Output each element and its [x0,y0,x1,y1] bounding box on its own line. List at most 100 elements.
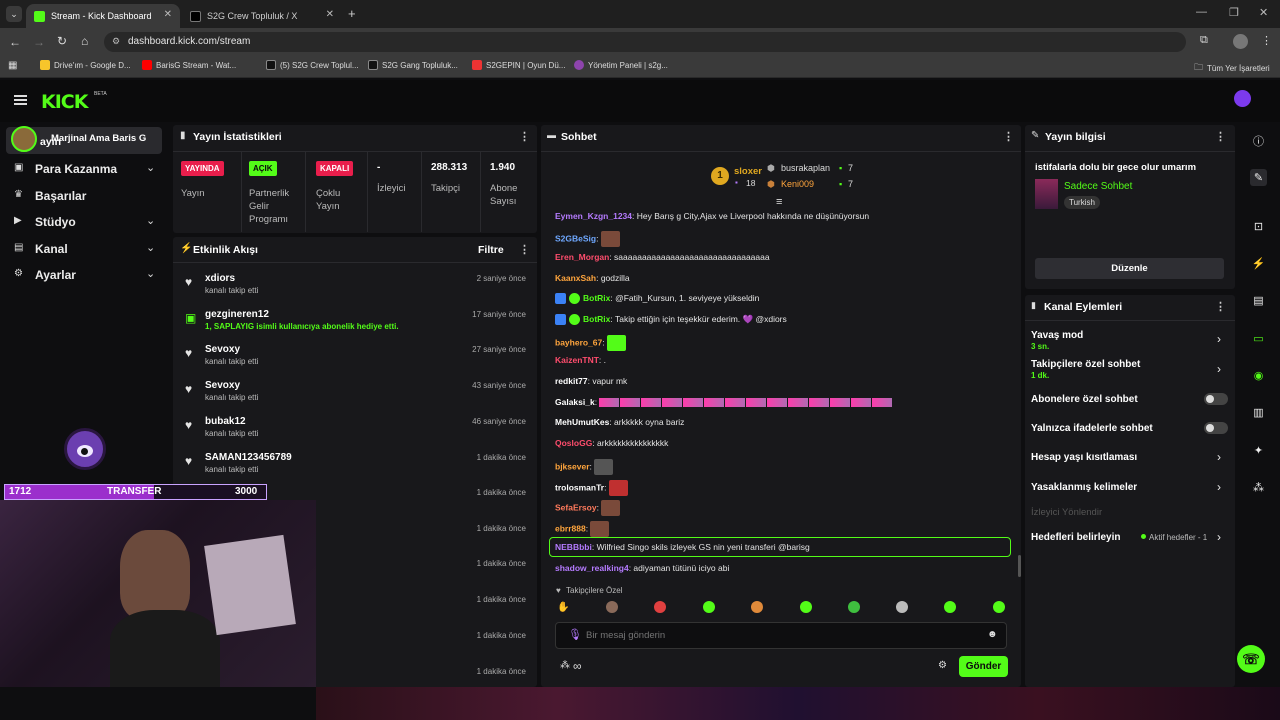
chevron-right-icon[interactable]: › [1217,530,1221,544]
set-goals-label[interactable]: Hedefleri belirleyin [1031,532,1120,543]
apps-icon[interactable]: ▦ [8,60,17,71]
more-options-icon[interactable]: ⋮ [519,130,530,143]
chat-username[interactable]: QosloGG [555,438,592,448]
chat-username[interactable]: KaizenTNT [555,355,599,365]
back-icon[interactable]: ← [9,35,21,49]
emote-icon[interactable] [993,601,1005,613]
activity-item[interactable]: ♥ Sevoxy kanalı takip etti 27 saniye önce [182,342,532,378]
bookmark-panel[interactable]: Yönetim Paneli | s2g... [574,60,668,70]
edit-button[interactable]: Düzenle [1035,258,1224,279]
slow-mode-label[interactable]: Yavaş mod [1031,330,1083,341]
leader-2-name[interactable]: busrakaplan [781,163,830,173]
site-info-icon[interactable]: ⚙ [112,36,120,47]
sidebar-item-para-kazanma[interactable]: Para Kazanma [35,162,117,176]
profile-avatar[interactable] [1233,34,1248,49]
chevron-right-icon[interactable]: › [1217,362,1221,376]
followers-only-chat-label[interactable]: Takipçilere özel sohbet [1031,359,1140,370]
close-icon[interactable]: ✕ [326,9,334,20]
send-button[interactable]: Gönder [959,656,1008,677]
chat-tools-icon[interactable]: ⁂ [560,660,570,671]
sidebar-item-basarilar[interactable]: Başarılar [35,189,86,203]
emote-icon[interactable] [703,601,715,613]
chat-username[interactable]: BotRix [583,314,610,324]
emote-only-toggle[interactable] [1204,422,1228,434]
leader-1-name[interactable]: sloxer [734,166,762,177]
emote-icon[interactable] [848,601,860,613]
chat-username[interactable]: S2GBeSig [555,233,596,243]
bookmark-all[interactable]: 🗀 Tüm Yer İşaretleri [1194,60,1270,76]
home-icon[interactable]: ⌂ [81,34,88,48]
tab-search-icon[interactable]: ⌄ [6,6,22,22]
chat-username[interactable]: Eymen_Kzgn_1234 [555,211,632,221]
chevron-down-icon[interactable]: ⌄ [146,267,155,280]
chat-username[interactable]: BotRix [583,293,610,303]
bookmark-drive[interactable]: Drive'ım - Google D... [40,60,131,70]
lightning-icon[interactable]: ⚡ [1250,255,1267,272]
chat-username[interactable]: Galaksi_k [555,397,595,407]
activity-item[interactable]: ♥ SAMAN123456789 kanalı takip etti 1 dakika… [182,450,532,486]
infinity-icon[interactable]: ∞ [573,659,582,673]
layout-icon[interactable]: ▥ [1250,404,1267,421]
activity-item[interactable]: ▣ gezgineren12 1, SAPLAYIG isimli kullanıc… [182,307,532,343]
emote-icon[interactable] [654,601,666,613]
emote-icon[interactable] [800,601,812,613]
emote-icon[interactable] [944,601,956,613]
users-icon[interactable]: ⁂ [1250,479,1267,496]
wrench-icon[interactable]: ✦ [1250,442,1267,459]
gear-icon[interactable]: ⚙ [938,660,947,671]
chat-message-input[interactable] [586,627,976,644]
tab-s2g-crew[interactable]: S2G Crew Topluluk / X ✕ [182,4,342,28]
broadcast-icon[interactable]: ◉ [1250,367,1267,384]
chat-username[interactable]: bjksever [555,461,590,471]
new-tab-icon[interactable]: + [348,6,356,21]
collapse-icon[interactable]: ≡ [776,196,782,208]
menu-icon[interactable]: ⋮ [1261,34,1272,47]
info-icon[interactable]: ⓘ [1250,132,1267,149]
leader-3-name[interactable]: Keni009 [781,179,814,189]
bookmark-x-gang[interactable]: S2G Gang Topluluk... [368,60,458,70]
emote-icon[interactable] [751,601,763,613]
emote-icon[interactable] [896,601,908,613]
url-field[interactable]: ⚙ dashboard.kick.com/stream [104,32,1186,52]
camera-icon[interactable]: ⊡ [1250,218,1267,235]
more-options-icon[interactable]: ⋮ [1215,130,1226,143]
support-icon[interactable]: ☏ [1237,645,1265,673]
more-options-icon[interactable]: ⋮ [519,243,530,256]
chat-username[interactable]: trolosmanTr [555,482,604,492]
activity-item[interactable]: ♥ bubak12 kanalı takip etti 46 saniye önce [182,414,532,450]
forward-icon[interactable]: → [33,35,45,49]
sidebar-item-kanal[interactable]: Kanal [35,242,68,256]
chevron-down-icon[interactable]: ⌄ [146,214,155,227]
restore-icon[interactable]: ❐ [1229,6,1239,19]
window-close-icon[interactable]: ✕ [1259,6,1268,19]
subs-only-toggle[interactable] [1204,393,1228,405]
chat-username[interactable]: MehUmutKes [555,417,609,427]
tab-kick-dashboard[interactable]: Stream - Kick Dashboard ✕ [26,4,180,28]
account-age-label[interactable]: Hesap yaşı kısıtlaması [1031,452,1137,463]
chat-username[interactable]: KaanxSah [555,273,596,283]
chat-bubble-icon[interactable]: ▭ [1250,330,1267,347]
activity-item[interactable]: ♥ Sevoxy kanalı takip etti 43 saniye önce [182,378,532,414]
extensions-icon[interactable]: ⧉ [1200,34,1208,47]
user-avatar[interactable] [1234,90,1251,107]
reload-icon[interactable]: ↻ [57,34,67,48]
category-link[interactable]: Sadece Sohbet [1064,181,1132,192]
chat-scrollbar[interactable] [1018,555,1021,577]
chat-username[interactable]: bayhero_67 [555,337,602,347]
chevron-right-icon[interactable]: › [1217,450,1221,464]
hamburger-icon[interactable] [14,95,27,105]
chat-username[interactable]: Eren_Morgan [555,252,609,262]
banned-words-label[interactable]: Yasaklanmış kelimeler [1031,482,1137,493]
emote-icon[interactable]: ✋ [557,602,569,613]
minimize-icon[interactable]: — [1196,6,1207,18]
chevron-down-icon[interactable]: ⌄ [146,161,155,174]
close-icon[interactable]: ✕ [164,9,172,20]
sidebar-item-studyo[interactable]: Stüdyo [35,215,76,229]
kick-logo[interactable]: KICK [41,91,88,113]
document-icon[interactable]: ▤ [1250,292,1267,309]
sidebar-item-ayarlar[interactable]: Ayarlar [35,268,76,282]
activity-item[interactable]: ♥ xdiors kanalı takip etti 2 saniye önce [182,271,532,307]
more-options-icon[interactable]: ⋮ [1003,130,1014,143]
chat-username[interactable]: redkit77 [555,376,588,386]
chat-username[interactable]: ebrr888 [555,523,586,533]
